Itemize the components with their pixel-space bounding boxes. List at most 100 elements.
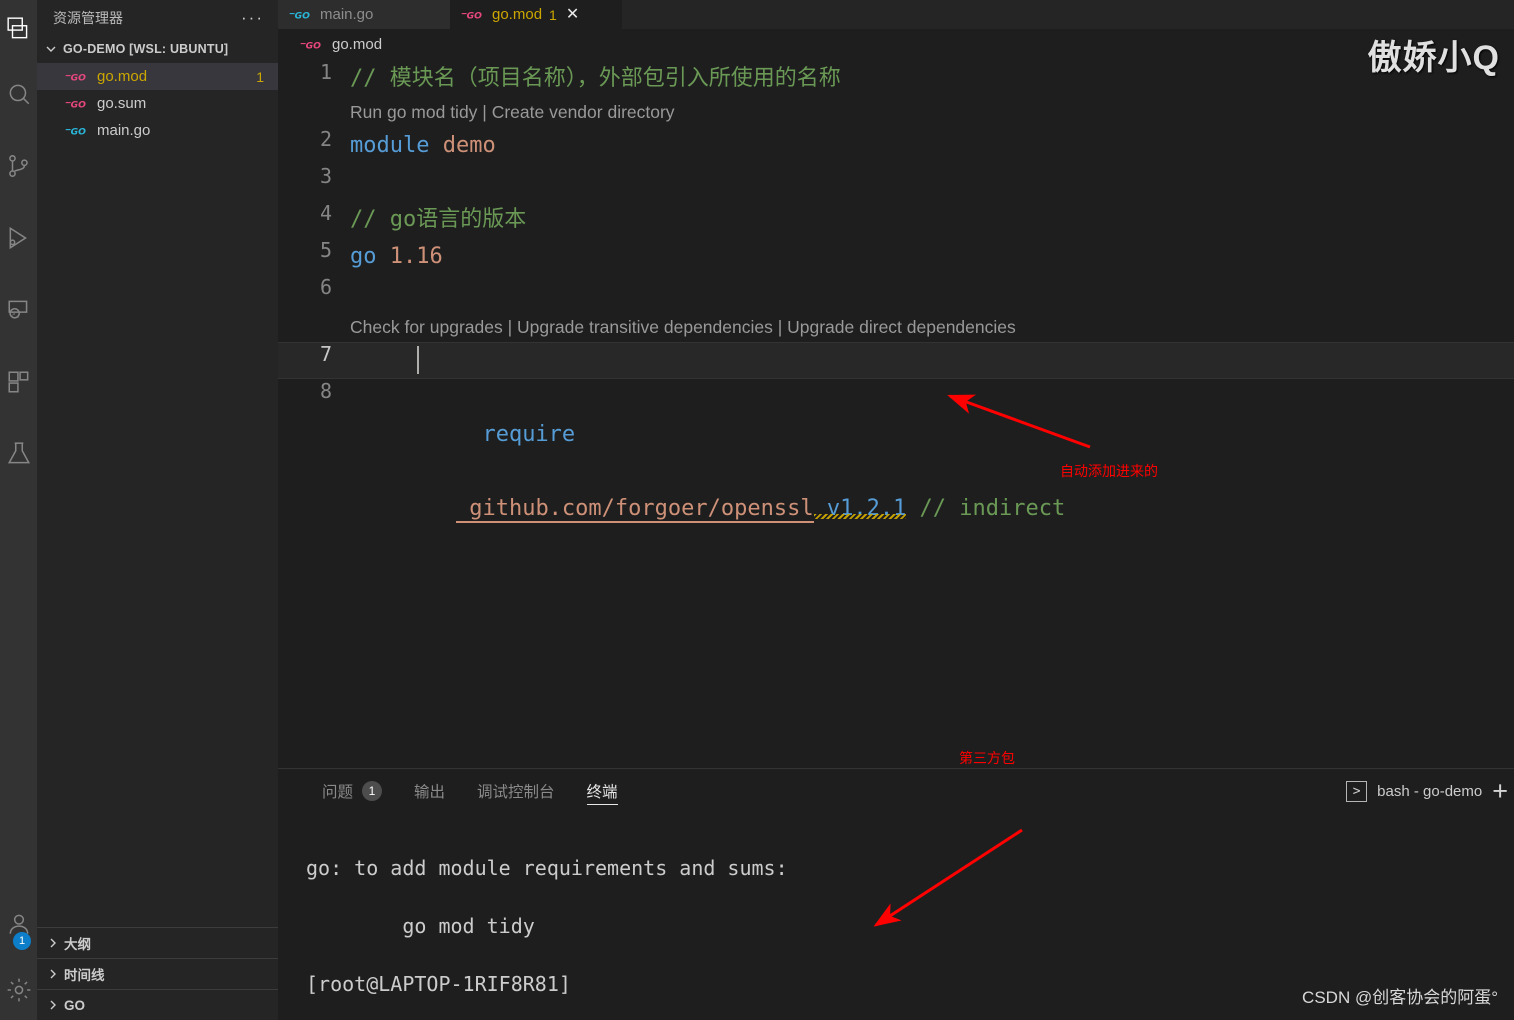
section-label: GO [64,997,86,1013]
go-mod-icon: GO [461,8,485,22]
line-number: 3 [319,164,332,188]
file-warning-count: 1 [256,68,264,85]
svg-text:GO: GO [71,126,87,137]
file-row-go-sum[interactable]: GO go.sum [37,90,278,117]
testing-icon[interactable] [0,418,37,490]
sidebar-section-go[interactable]: GO [37,989,278,1020]
code-row: 2 module demo [278,127,1514,164]
editor-tab-bar: GO main.go GO go.mod 1 ✕ [278,0,1514,29]
footer-credit: CSDN @创客协会的阿蛋° [1302,988,1498,1007]
tab-main-go[interactable]: GO main.go [278,0,450,29]
annotation-auto-added: 自动添加进来的 [1060,463,1158,479]
text-cursor [417,346,419,374]
sidebar-title: 资源管理器 [53,9,123,26]
panel-tab-debug-console[interactable]: 调试控制台 [461,769,571,813]
explorer-icon[interactable] [0,0,37,58]
warning-squiggle [813,514,907,519]
tab-go-mod[interactable]: GO go.mod 1 ✕ [450,0,622,29]
codelens-upgrades[interactable]: Check for upgrades | Upgrade transitive … [278,312,1514,342]
tab-warning-count: 1 [549,6,557,23]
code-row: 1 // 模块名（项目名称），外部包引入所使用的名称 [278,60,1514,97]
go-mod-icon: GO [300,38,324,52]
problems-count-badge: 1 [362,781,383,801]
code-row: 6 [278,275,1514,312]
line-number: 1 [319,60,332,84]
panel-tab-problems[interactable]: 问题 1 [306,769,398,813]
line-number: 6 [319,275,332,299]
account-badge: 1 [13,932,31,950]
svg-text:GO: GO [295,10,311,21]
panel-tab-output[interactable]: 输出 [398,769,461,813]
sidebar-section-timeline[interactable]: 时间线 [37,958,278,989]
tab-bar-filler [622,0,1514,29]
svg-text:GO: GO [467,10,483,21]
search-icon[interactable] [0,58,37,130]
file-row-main-go[interactable]: GO main.go [37,117,278,144]
code-line-7: require github.com/forgoer/openssl v1.2.… [350,342,1065,523]
file-label: main.go [97,122,151,139]
extensions-icon[interactable] [0,346,37,418]
line-number: 5 [319,238,332,262]
workspace-root-row[interactable]: GO-DEMO [WSL: UBUNTU] [37,35,278,63]
panel-actions: > bash - go-demo + [1346,769,1514,813]
code-editor[interactable]: 1 // 模块名（项目名称），外部包引入所使用的名称 Run go mod ti… [278,60,1514,760]
svg-text:>_: >_ [11,311,19,318]
panel-tab-terminal[interactable]: 终端 [571,769,634,813]
workspace-root-label: GO-DEMO [WSL: UBUNTU] [63,42,229,56]
annotation-third-party: 第三方包 [959,750,1015,766]
sidebar-header: 资源管理器 ··· [37,0,278,35]
code-line-4: // go语言的版本 [350,207,527,232]
chevron-right-icon [45,966,61,982]
chevron-right-icon [45,997,61,1013]
vscode-window: >_ 1 资源管理器 ··· GO-DEMO [WSL: UBUNTU] GO … [0,0,1514,1020]
go-file-icon: GO [289,8,313,22]
sidebar-more-icon[interactable]: ··· [241,9,264,26]
terminal-line: go mod tidy [306,914,535,938]
run-debug-icon[interactable] [0,202,37,274]
file-label: go.sum [97,95,147,112]
line-number: 7 [319,342,332,366]
breadcrumb-item[interactable]: go.mod [332,36,382,53]
panel-tab-label: 终端 [586,784,618,801]
svg-text:GO: GO [306,40,322,51]
line-number: 4 [319,201,332,225]
go-mod-icon: GO [65,70,89,84]
code-row-current: 7 require github.com/forgoer/openssl v1.… [278,342,1514,523]
code-row: 4 // go语言的版本 [278,201,1514,238]
code-line-1: // 模块名（项目名称），外部包引入所使用的名称 [350,66,841,91]
code-row: 5 go 1.16 [278,238,1514,275]
file-label: go.mod [97,68,148,85]
new-terminal-icon[interactable]: + [1492,778,1508,805]
tab-label: main.go [320,6,374,23]
codelens-go-mod-tidy[interactable]: Run go mod tidy | Create vendor director… [278,97,1514,127]
svg-text:GO: GO [71,99,87,110]
activity-bar: >_ 1 [0,0,37,1020]
panel-tab-label: 问题 [322,784,354,801]
svg-text:GO: GO [71,72,87,83]
remote-explorer-icon[interactable]: >_ [0,274,37,346]
code-token-version: v1.2.1 [813,496,907,521]
panel-tab-label: 调试控制台 [477,784,555,801]
tab-label: go.mod [492,6,543,23]
chevron-right-icon [45,935,61,951]
section-label: 时间线 [64,968,105,983]
code-line-2: module demo [350,133,496,158]
code-token-module-path: github.com/forgoer/openssl [455,496,814,523]
sidebar: 资源管理器 ··· GO-DEMO [WSL: UBUNTU] GO go.mo… [37,0,278,1020]
source-control-icon[interactable] [0,130,37,202]
go-sum-icon: GO [65,97,89,111]
gear-icon[interactable] [0,960,37,1020]
code-token-indirect-comment: // indirect [906,496,1066,521]
close-icon[interactable]: ✕ [566,6,579,23]
section-label: 大纲 [64,937,91,952]
go-file-icon: GO [65,124,89,138]
terminal-shell-icon: > [1346,780,1368,802]
code-line-5: go 1.16 [350,244,443,269]
code-row: 8 [278,379,1514,416]
terminal-line: go: to add module requirements and sums: [306,856,788,880]
file-row-go-mod[interactable]: GO go.mod 1 [37,63,278,90]
line-number: 2 [319,127,332,151]
terminal-selector[interactable]: bash - go-demo [1377,783,1482,800]
account-icon[interactable]: 1 [0,888,37,960]
sidebar-section-outline[interactable]: 大纲 [37,927,278,958]
